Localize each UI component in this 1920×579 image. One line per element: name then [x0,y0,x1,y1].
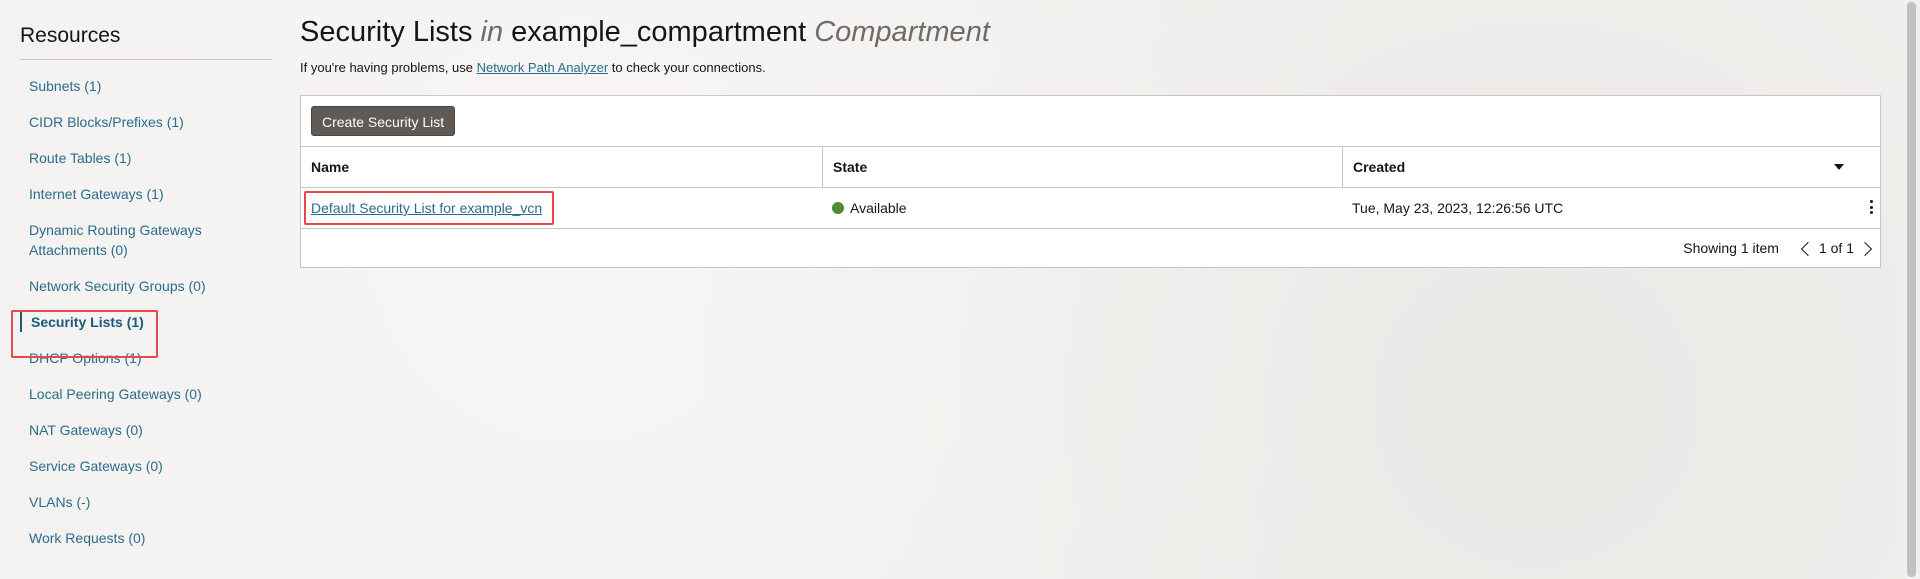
sidebar-item-vlans[interactable]: VLANs (-) [20,492,272,512]
sidebar-item-cidr-blocks[interactable]: CIDR Blocks/Prefixes (1) [20,112,272,132]
sidebar-list: Subnets (1) CIDR Blocks/Prefixes (1) Rou… [20,60,272,548]
sidebar-item-security-lists[interactable]: Security Lists (1) [20,312,272,332]
row-state-cell: Available [822,188,1342,228]
sidebar-item-nat-gateways[interactable]: NAT Gateways (0) [20,420,272,440]
chevron-right-icon[interactable] [1857,241,1873,256]
scrollbar-thumb[interactable] [1907,2,1916,577]
column-header-state[interactable]: State [822,147,1342,187]
page: Resources Subnets (1) CIDR Blocks/Prefix… [0,0,1920,579]
network-path-analyzer-link[interactable]: Network Path Analyzer [477,60,609,75]
chevron-left-icon[interactable] [1800,241,1816,256]
sidebar-item-network-security-groups[interactable]: Network Security Groups (0) [20,276,272,296]
column-header-name[interactable]: Name [301,147,822,187]
main-content: Security Lists in example_compartment Co… [300,0,1883,268]
table-row: Default Security List for example_vcn Av… [301,188,1880,229]
column-header-created[interactable]: Created [1342,147,1880,187]
sidebar-item-local-peering-gateways[interactable]: Local Peering Gateways (0) [20,384,272,404]
title-suffix: Compartment [814,16,990,48]
row-created: Tue, May 23, 2023, 12:26:56 UTC [1352,200,1564,216]
row-name-cell: Default Security List for example_vcn [301,188,822,228]
sidebar-item-service-gateways[interactable]: Service Gateways (0) [20,456,272,476]
sidebar-item-route-tables[interactable]: Route Tables (1) [20,148,272,168]
help-text: If you're having problems, use Network P… [300,60,766,75]
title-main: Security Lists [300,16,473,48]
kebab-menu-icon[interactable] [1868,200,1874,216]
pagination: Showing 1 item 1 of 1 [1683,229,1874,268]
compartment-name: example_compartment [511,16,807,48]
create-security-list-button[interactable]: Create Security List [311,106,456,136]
table-header-row: Name State Created [301,147,1880,188]
row-created-cell: Tue, May 23, 2023, 12:26:56 UTC [1342,188,1880,228]
sidebar-item-work-requests[interactable]: Work Requests (0) [20,528,272,548]
resources-sidebar: Resources Subnets (1) CIDR Blocks/Prefix… [20,0,272,548]
row-state: Available [850,200,907,216]
table-footer: Showing 1 item 1 of 1 [301,229,1880,268]
vertical-scrollbar[interactable] [1903,0,1920,579]
page-indicator: 1 of 1 [1818,240,1854,256]
sidebar-title: Resources [20,0,272,60]
status-dot-icon [832,202,844,214]
sidebar-item-subnets[interactable]: Subnets (1) [20,76,272,96]
sidebar-item-dhcp-options[interactable]: DHCP Options (1) [20,348,272,368]
table-toolbar: Create Security List [301,96,1880,147]
security-lists-table: Create Security List Name State Created … [300,95,1881,268]
showing-count: Showing 1 item [1683,240,1779,256]
title-in: in [480,16,504,48]
security-list-name-link[interactable]: Default Security List for example_vcn [311,200,542,216]
sidebar-item-drg-attachments[interactable]: Dynamic Routing Gateways Attachments (0) [20,220,219,260]
sidebar-item-internet-gateways[interactable]: Internet Gateways (1) [20,184,272,204]
page-title: Security Lists in example_compartment Co… [300,0,1883,49]
sort-caret-icon[interactable] [1834,164,1844,170]
